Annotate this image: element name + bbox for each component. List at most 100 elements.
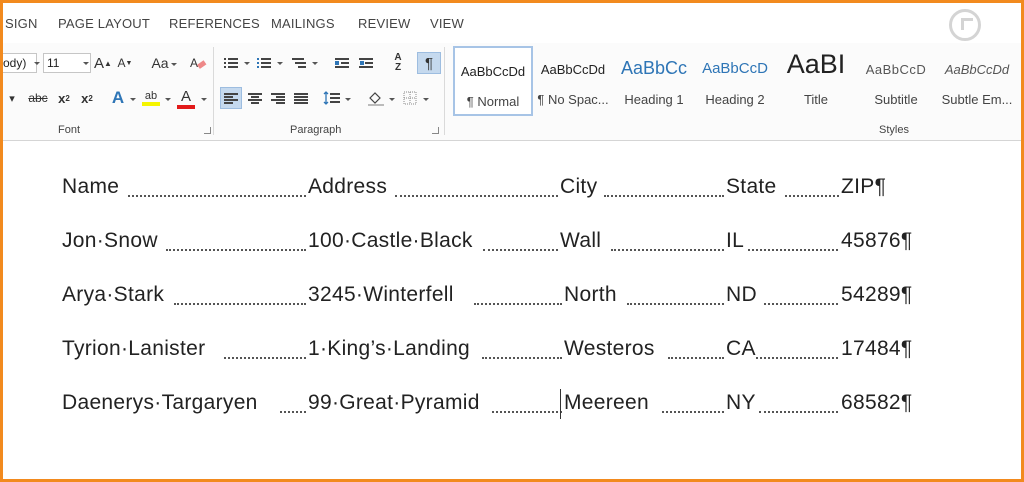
strikethrough-button[interactable]: abc	[25, 87, 51, 109]
chevron-down-icon[interactable]	[312, 62, 318, 65]
superscript-button[interactable]: x2	[76, 87, 98, 109]
style-heading-2[interactable]: AaBbCcD Heading 2	[695, 46, 775, 116]
tab-leader	[174, 300, 306, 305]
tab-view[interactable]: VIEW	[430, 16, 464, 31]
bullet-list-icon	[224, 57, 238, 69]
subscript-button[interactable]: x2	[53, 87, 75, 109]
align-left-button[interactable]	[220, 87, 242, 109]
state-cell: CA	[726, 337, 756, 360]
caret-up-icon: ▲	[104, 58, 112, 68]
grow-font-button[interactable]: A ▲	[93, 52, 113, 74]
font-name-combo[interactable]: ody)	[3, 53, 37, 73]
style-subtle-emphasis[interactable]: AaBbCcDd Subtle Em...	[937, 46, 1017, 116]
chevron-down-icon[interactable]	[165, 98, 171, 101]
paint-bucket-icon	[368, 92, 384, 106]
font-dialog-launcher-icon[interactable]	[204, 127, 211, 134]
back-arrow-icon[interactable]	[949, 9, 981, 41]
tab-leader	[785, 192, 839, 197]
city-cell: North	[564, 283, 617, 306]
paragraph-dialog-launcher-icon[interactable]	[432, 127, 439, 134]
borders-icon	[403, 91, 417, 105]
zip-cell: ZIP¶	[841, 175, 887, 198]
numbering-button[interactable]	[253, 52, 275, 74]
address-cell: 3245·Winterfell	[308, 283, 454, 306]
tab-page-layout[interactable]: PAGE LAYOUT	[58, 16, 150, 31]
align-right-button[interactable]	[267, 87, 289, 109]
state-cell: ND	[726, 283, 757, 306]
align-center-button[interactable]	[244, 87, 266, 109]
style-normal[interactable]: AaBbCcDd ¶ Normal	[453, 46, 533, 116]
tab-leader	[764, 300, 838, 305]
tab-references[interactable]: REFERENCES	[169, 16, 260, 31]
clear-formatting-button[interactable]: A	[187, 52, 209, 74]
word-window: SIGN PAGE LAYOUT REFERENCES MAILINGS REV…	[0, 0, 1024, 482]
align-left-icon	[224, 92, 238, 104]
chevron-down-icon[interactable]	[423, 98, 429, 101]
style-subtitle[interactable]: AaBbCcD Subtitle	[856, 46, 936, 116]
tab-leader	[756, 354, 838, 359]
tab-leader	[166, 246, 306, 251]
chevron-down-icon[interactable]	[277, 62, 283, 65]
bullets-button[interactable]	[220, 52, 242, 74]
chevron-down-icon[interactable]	[34, 62, 40, 65]
chevron-down-icon[interactable]: ▾	[3, 87, 21, 109]
style-heading-1[interactable]: AaBbCc Heading 1	[614, 46, 694, 116]
increase-indent-button[interactable]	[355, 52, 377, 74]
line-spacing-button[interactable]	[321, 87, 343, 109]
chevron-down-icon[interactable]	[171, 63, 177, 66]
show-formatting-marks-button[interactable]: ¶	[417, 52, 441, 74]
state-cell: IL	[726, 229, 745, 252]
chevron-down-icon[interactable]	[201, 98, 207, 101]
tab-leader	[611, 246, 724, 251]
tab-leader	[662, 408, 724, 413]
tab-design[interactable]: SIGN	[5, 16, 38, 31]
city-cell: Meereen	[564, 391, 649, 414]
state-cell: State	[726, 175, 777, 198]
multilevel-list-icon	[292, 57, 306, 69]
highlight-color-bar	[142, 102, 160, 106]
font-group-label: Font	[58, 124, 81, 136]
styles-group-label: Styles	[879, 124, 909, 136]
eraser-icon: A	[190, 56, 207, 70]
zip-cell: 54289¶	[841, 283, 913, 306]
justify-button[interactable]	[290, 87, 312, 109]
address-cell: 99·Great·Pyramid	[308, 391, 480, 414]
zip-cell: 68582¶	[841, 391, 913, 414]
tab-leader	[224, 354, 306, 359]
ribbon: ody) 11 A ▲ A ▼ Aa A ▾ abc x2 x2 A ab A …	[3, 43, 1021, 141]
chevron-down-icon[interactable]	[83, 62, 89, 65]
document-page[interactable]: Name Address City State ZIP¶ Jon·Snow 10…	[3, 141, 1021, 479]
style-no-spacing[interactable]: AaBbCcDd ¶ No Spac...	[533, 46, 613, 116]
highlight-button[interactable]: ab	[140, 85, 162, 111]
tab-review[interactable]: REVIEW	[358, 16, 410, 31]
text-cursor	[560, 389, 561, 419]
chevron-down-icon[interactable]	[244, 62, 250, 65]
tab-leader	[395, 192, 558, 197]
name-cell: Daenerys·Targaryen	[62, 391, 258, 414]
sort-button[interactable]: A Z	[387, 50, 409, 76]
shading-button[interactable]	[365, 87, 387, 109]
style-title[interactable]: AaBI Title	[776, 46, 856, 116]
zip-cell: 17484¶	[841, 337, 913, 360]
multilevel-list-button[interactable]	[288, 52, 310, 74]
borders-button[interactable]	[399, 87, 421, 109]
indent-icon	[359, 57, 373, 69]
paragraph-group-label: Paragraph	[290, 124, 342, 136]
tab-leader	[280, 408, 306, 413]
city-cell: City	[560, 175, 598, 198]
chevron-down-icon[interactable]	[389, 98, 395, 101]
chevron-down-icon[interactable]	[345, 98, 351, 101]
align-right-icon	[271, 92, 285, 104]
shrink-font-button[interactable]: A ▼	[115, 52, 135, 74]
name-cell: Tyrion·Lanister	[62, 337, 206, 360]
outdent-icon	[335, 57, 349, 69]
name-cell: Name	[62, 175, 120, 198]
ribbon-tab-bar: SIGN PAGE LAYOUT REFERENCES MAILINGS REV…	[3, 3, 1021, 43]
decrease-indent-button[interactable]	[331, 52, 353, 74]
text-effects-button[interactable]: A	[107, 87, 129, 109]
font-color-button[interactable]: A	[175, 85, 197, 111]
tab-mailings[interactable]: MAILINGS	[271, 16, 335, 31]
tab-leader	[483, 246, 558, 251]
tab-leader	[759, 408, 838, 413]
chevron-down-icon[interactable]	[130, 98, 136, 101]
